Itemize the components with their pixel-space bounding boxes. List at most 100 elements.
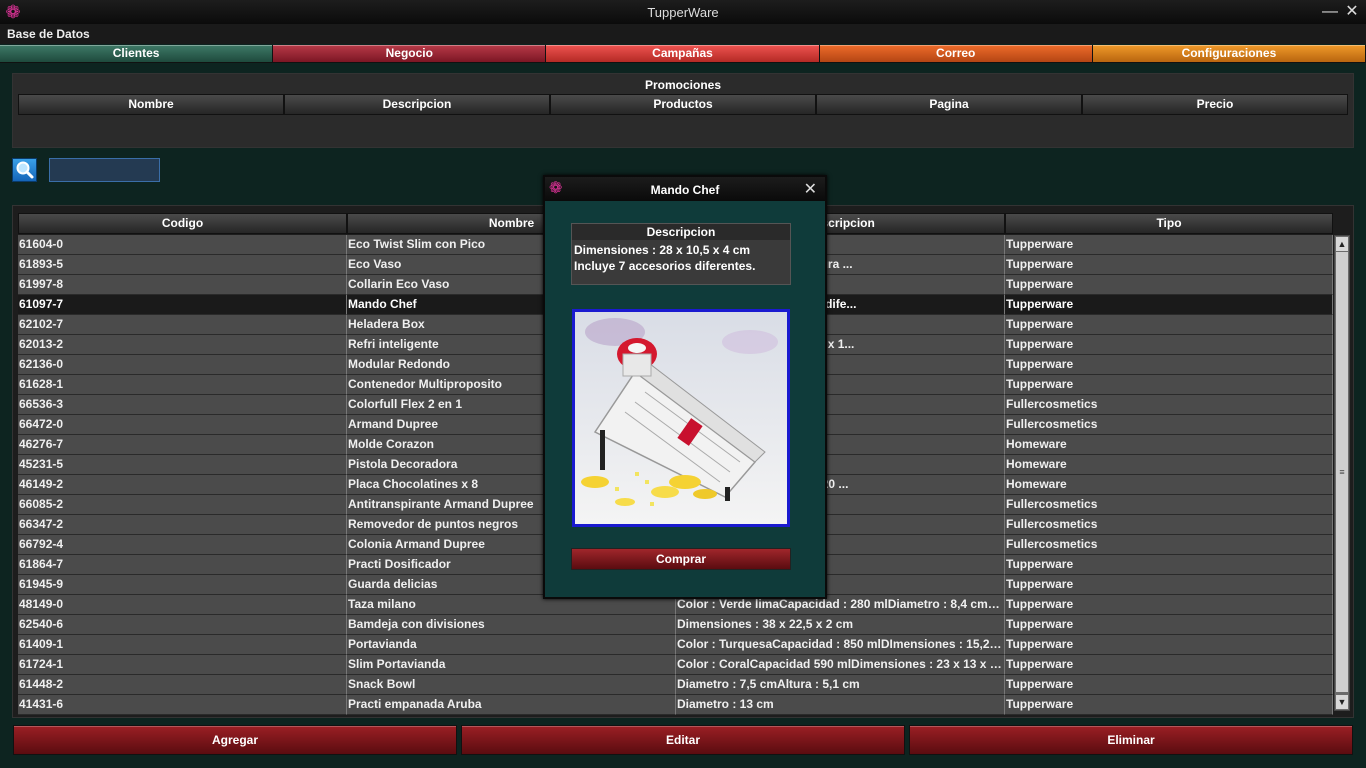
description-box: Descripcion Dimensiones : 28 x 10,5 x 4 …	[571, 223, 791, 285]
cell-codigo: 61893-5	[18, 255, 347, 275]
cell-tipo: Tupperware	[1005, 375, 1333, 395]
cell-codigo: 66347-2	[18, 515, 347, 535]
dialog-close-button[interactable]: ✕	[804, 179, 817, 199]
promociones-panel: Promociones Nombre Descripcion Productos…	[12, 73, 1354, 148]
cell-codigo: 41431-6	[18, 695, 347, 715]
cell-tipo: Fullercosmetics	[1005, 495, 1333, 515]
cell-descripcion: Diametro : 13 cm	[676, 695, 1005, 715]
cell-codigo: 62136-0	[18, 355, 347, 375]
table-scrollbar[interactable]: ▲ ≡ ▼	[1334, 235, 1350, 711]
cell-tipo: Tupperware	[1005, 655, 1333, 675]
cell-tipo: Tupperware	[1005, 695, 1333, 715]
cell-tipo: Tupperware	[1005, 675, 1333, 695]
cell-tipo: Tupperware	[1005, 555, 1333, 575]
cell-nombre: Slim Portavianda	[347, 655, 676, 675]
table-row[interactable]: 61448-2 Snack Bowl Diametro : 7,5 cmAltura…	[18, 675, 1333, 695]
cell-codigo: 66472-0	[18, 415, 347, 435]
table-row[interactable]: 61724-1 Slim Portavianda Color : CoralCapa…	[18, 655, 1333, 675]
tab-clientes[interactable]: Clientes	[0, 45, 274, 63]
tab-configuraciones[interactable]: Configuraciones	[1092, 45, 1366, 63]
action-bar: Agregar Editar Eliminar	[13, 725, 1353, 755]
cell-tipo: Tupperware	[1005, 335, 1333, 355]
table-row[interactable]: 61409-1 Portavianda Color : TurquesaCapaci…	[18, 635, 1333, 655]
cell-tipo: Fullercosmetics	[1005, 395, 1333, 415]
menu-bar: Base de Datos	[0, 24, 1366, 44]
scroll-thumb[interactable]: ≡	[1336, 252, 1348, 692]
cell-tipo: Tupperware	[1005, 615, 1333, 635]
agregar-button[interactable]: Agregar	[13, 725, 457, 755]
cell-tipo: Homeware	[1005, 435, 1333, 455]
editar-button[interactable]: Editar	[461, 725, 905, 755]
cell-tipo: Fullercosmetics	[1005, 515, 1333, 535]
description-line: Dimensiones : 28 x 10,5 x 4 cm	[574, 243, 751, 257]
scroll-up-icon[interactable]: ▲	[1336, 237, 1348, 251]
table-row[interactable]: 41431-6 Practi empanada Aruba Diametro : 1…	[18, 695, 1333, 715]
promo-col-descripcion[interactable]: Descripcion	[284, 94, 550, 115]
title-bar: ❁ TupperWare — ✕	[0, 0, 1366, 24]
promociones-title: Promociones	[644, 78, 722, 92]
mandoline-slicer-icon	[575, 312, 787, 524]
menu-base-de-datos[interactable]: Base de Datos	[7, 27, 90, 41]
cell-descripcion: Color : CoralCapacidad 590 mlDimensiones…	[676, 655, 1005, 675]
cell-codigo: 66792-4	[18, 535, 347, 555]
description-header: Descripcion	[572, 224, 790, 240]
cell-nombre: Bamdeja con divisiones	[347, 615, 676, 635]
dialog-title-bar: ❁ Mando Chef ✕	[545, 177, 825, 201]
search-button[interactable]	[12, 158, 37, 182]
promo-col-precio[interactable]: Precio	[1082, 94, 1348, 115]
cell-tipo: Tupperware	[1005, 595, 1333, 615]
tab-correo[interactable]: Correo	[819, 45, 1093, 63]
cell-tipo: Tupperware	[1005, 255, 1333, 275]
cell-codigo: 66085-2	[18, 495, 347, 515]
main-tabs: Clientes Negocio Campañas Correo Configu…	[0, 45, 1366, 63]
cell-codigo: 62102-7	[18, 315, 347, 335]
cell-tipo: Fullercosmetics	[1005, 535, 1333, 555]
col-codigo[interactable]: Codigo	[18, 213, 347, 234]
eliminar-button[interactable]: Eliminar	[909, 725, 1353, 755]
col-tipo[interactable]: Tipo	[1005, 213, 1333, 234]
cell-codigo: 61724-1	[18, 655, 347, 675]
cell-codigo: 61448-2	[18, 675, 347, 695]
cell-codigo: 61864-7	[18, 555, 347, 575]
product-dialog: ❁ Mando Chef ✕ Descripcion Dimensiones :…	[543, 175, 827, 599]
search-icon	[16, 161, 34, 179]
cell-codigo: 46276-7	[18, 435, 347, 455]
scroll-down-icon[interactable]: ▼	[1336, 695, 1348, 709]
cell-tipo: Tupperware	[1005, 575, 1333, 595]
tab-campanas[interactable]: Campañas	[546, 45, 820, 63]
cell-tipo: Tupperware	[1005, 275, 1333, 295]
cell-tipo: Fullercosmetics	[1005, 415, 1333, 435]
cell-descripcion: Dimensiones : 38 x 22,5 x 2 cm	[676, 615, 1005, 635]
tab-negocio[interactable]: Negocio	[273, 45, 547, 63]
cell-nombre: Practi empanada Aruba	[347, 695, 676, 715]
cell-codigo: 46149-2	[18, 475, 347, 495]
cell-codigo: 61097-7	[18, 295, 347, 315]
cell-nombre: Snack Bowl	[347, 675, 676, 695]
promo-col-pagina[interactable]: Pagina	[816, 94, 1082, 115]
cell-nombre: Portavianda	[347, 635, 676, 655]
description-line: Incluye 7 accesorios diferentes.	[574, 259, 756, 273]
cell-codigo: 66536-3	[18, 395, 347, 415]
table-row[interactable]: 62540-6 Bamdeja con divisiones Dimensiones…	[18, 615, 1333, 635]
cell-codigo: 45231-5	[18, 455, 347, 475]
dialog-title: Mando Chef	[650, 183, 720, 197]
cell-tipo: Homeware	[1005, 475, 1333, 495]
minimize-button[interactable]: —	[1320, 2, 1340, 22]
cell-tipo: Tupperware	[1005, 235, 1333, 255]
cell-tipo: Tupperware	[1005, 355, 1333, 375]
cell-tipo: Tupperware	[1005, 295, 1333, 315]
cell-codigo: 61604-0	[18, 235, 347, 255]
window-title: TupperWare	[647, 5, 719, 20]
promo-col-nombre[interactable]: Nombre	[18, 94, 284, 115]
close-window-button[interactable]: ✕	[1342, 2, 1362, 22]
cell-codigo: 61628-1	[18, 375, 347, 395]
cell-codigo: 61945-9	[18, 575, 347, 595]
cell-descripcion: Diametro : 7,5 cmAltura : 5,1 cm	[676, 675, 1005, 695]
cell-codigo: 62013-2	[18, 335, 347, 355]
cell-codigo: 61997-8	[18, 275, 347, 295]
promo-col-productos[interactable]: Productos	[550, 94, 816, 115]
comprar-button[interactable]: Comprar	[571, 548, 791, 570]
description-text: Dimensiones : 28 x 10,5 x 4 cm Incluye 7…	[574, 242, 788, 274]
search-input[interactable]	[49, 158, 160, 182]
cell-codigo: 62540-6	[18, 615, 347, 635]
